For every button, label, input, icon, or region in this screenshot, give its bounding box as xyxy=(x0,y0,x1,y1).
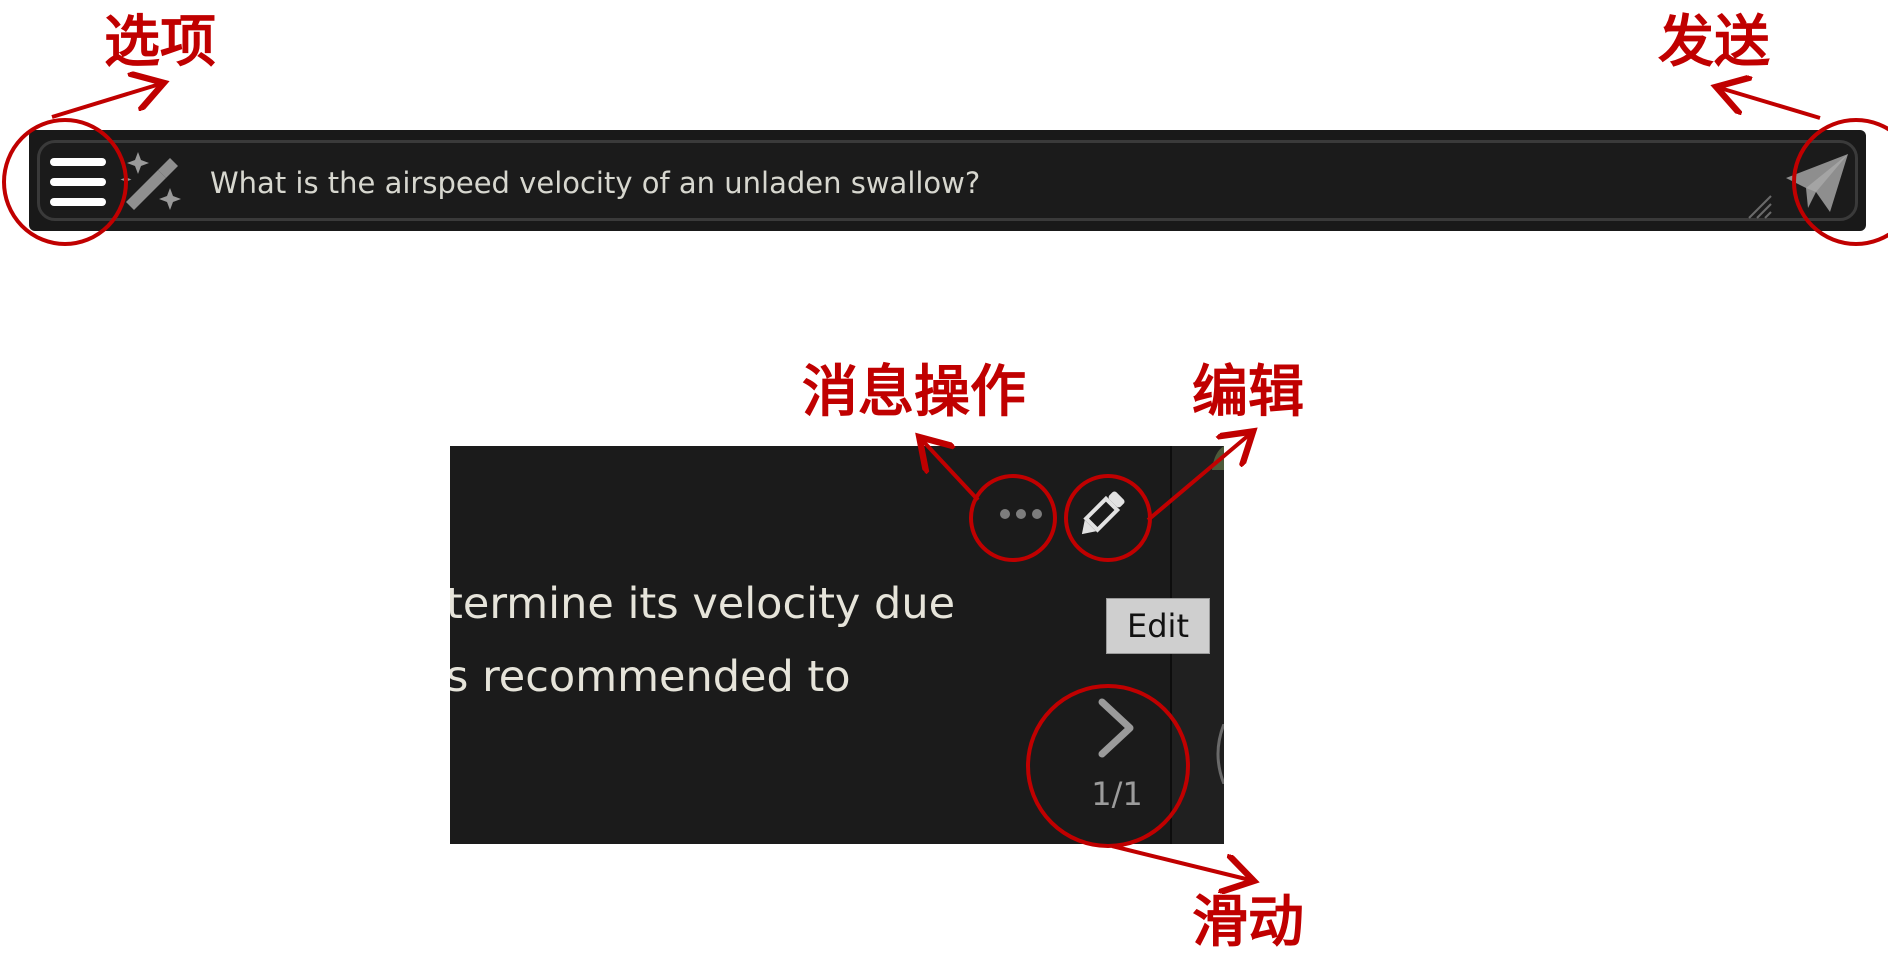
options-menu-button[interactable] xyxy=(50,158,106,208)
swipe-right-button[interactable] xyxy=(1086,698,1146,758)
paper-plane-send-icon xyxy=(1786,154,1848,212)
resize-grip-icon[interactable] xyxy=(1745,192,1773,220)
annotation-arrow xyxy=(51,84,160,119)
edit-tooltip: Edit xyxy=(1106,598,1210,654)
annotation-arrow xyxy=(1720,88,1821,120)
annotation-arrow xyxy=(1111,844,1250,880)
edit-message-button[interactable] xyxy=(1074,488,1128,542)
annotation-label-swipe: 滑动 xyxy=(1192,890,1304,955)
annotation-label-options: 选项 xyxy=(104,10,216,75)
annotation-label-send: 发送 xyxy=(1658,10,1770,75)
annotation-label-edit: 编辑 xyxy=(1192,360,1304,425)
magic-wand-icon xyxy=(120,152,181,210)
chevron-right-icon xyxy=(1098,698,1134,758)
hamburger-menu-icon xyxy=(50,158,106,208)
ellipsis-icon xyxy=(998,502,1046,526)
magic-wand-button[interactable] xyxy=(118,150,184,214)
avatar-edge xyxy=(1212,446,1224,470)
message-text-line: termine its velocity due xyxy=(450,579,956,629)
chat-message-input[interactable] xyxy=(210,160,1710,206)
send-button[interactable] xyxy=(1782,148,1854,218)
annotation-label-message-actions: 消息操作 xyxy=(802,360,1026,425)
avatar-edge-lower xyxy=(1216,724,1224,784)
message-text-line: s recommended to xyxy=(450,652,851,702)
chat-message-panel: termine its velocity due s recommended t… xyxy=(450,446,1224,844)
message-actions-button[interactable] xyxy=(998,502,1046,526)
swipe-counter: 1/1 xyxy=(1091,775,1143,813)
pencil-icon xyxy=(1081,491,1125,535)
